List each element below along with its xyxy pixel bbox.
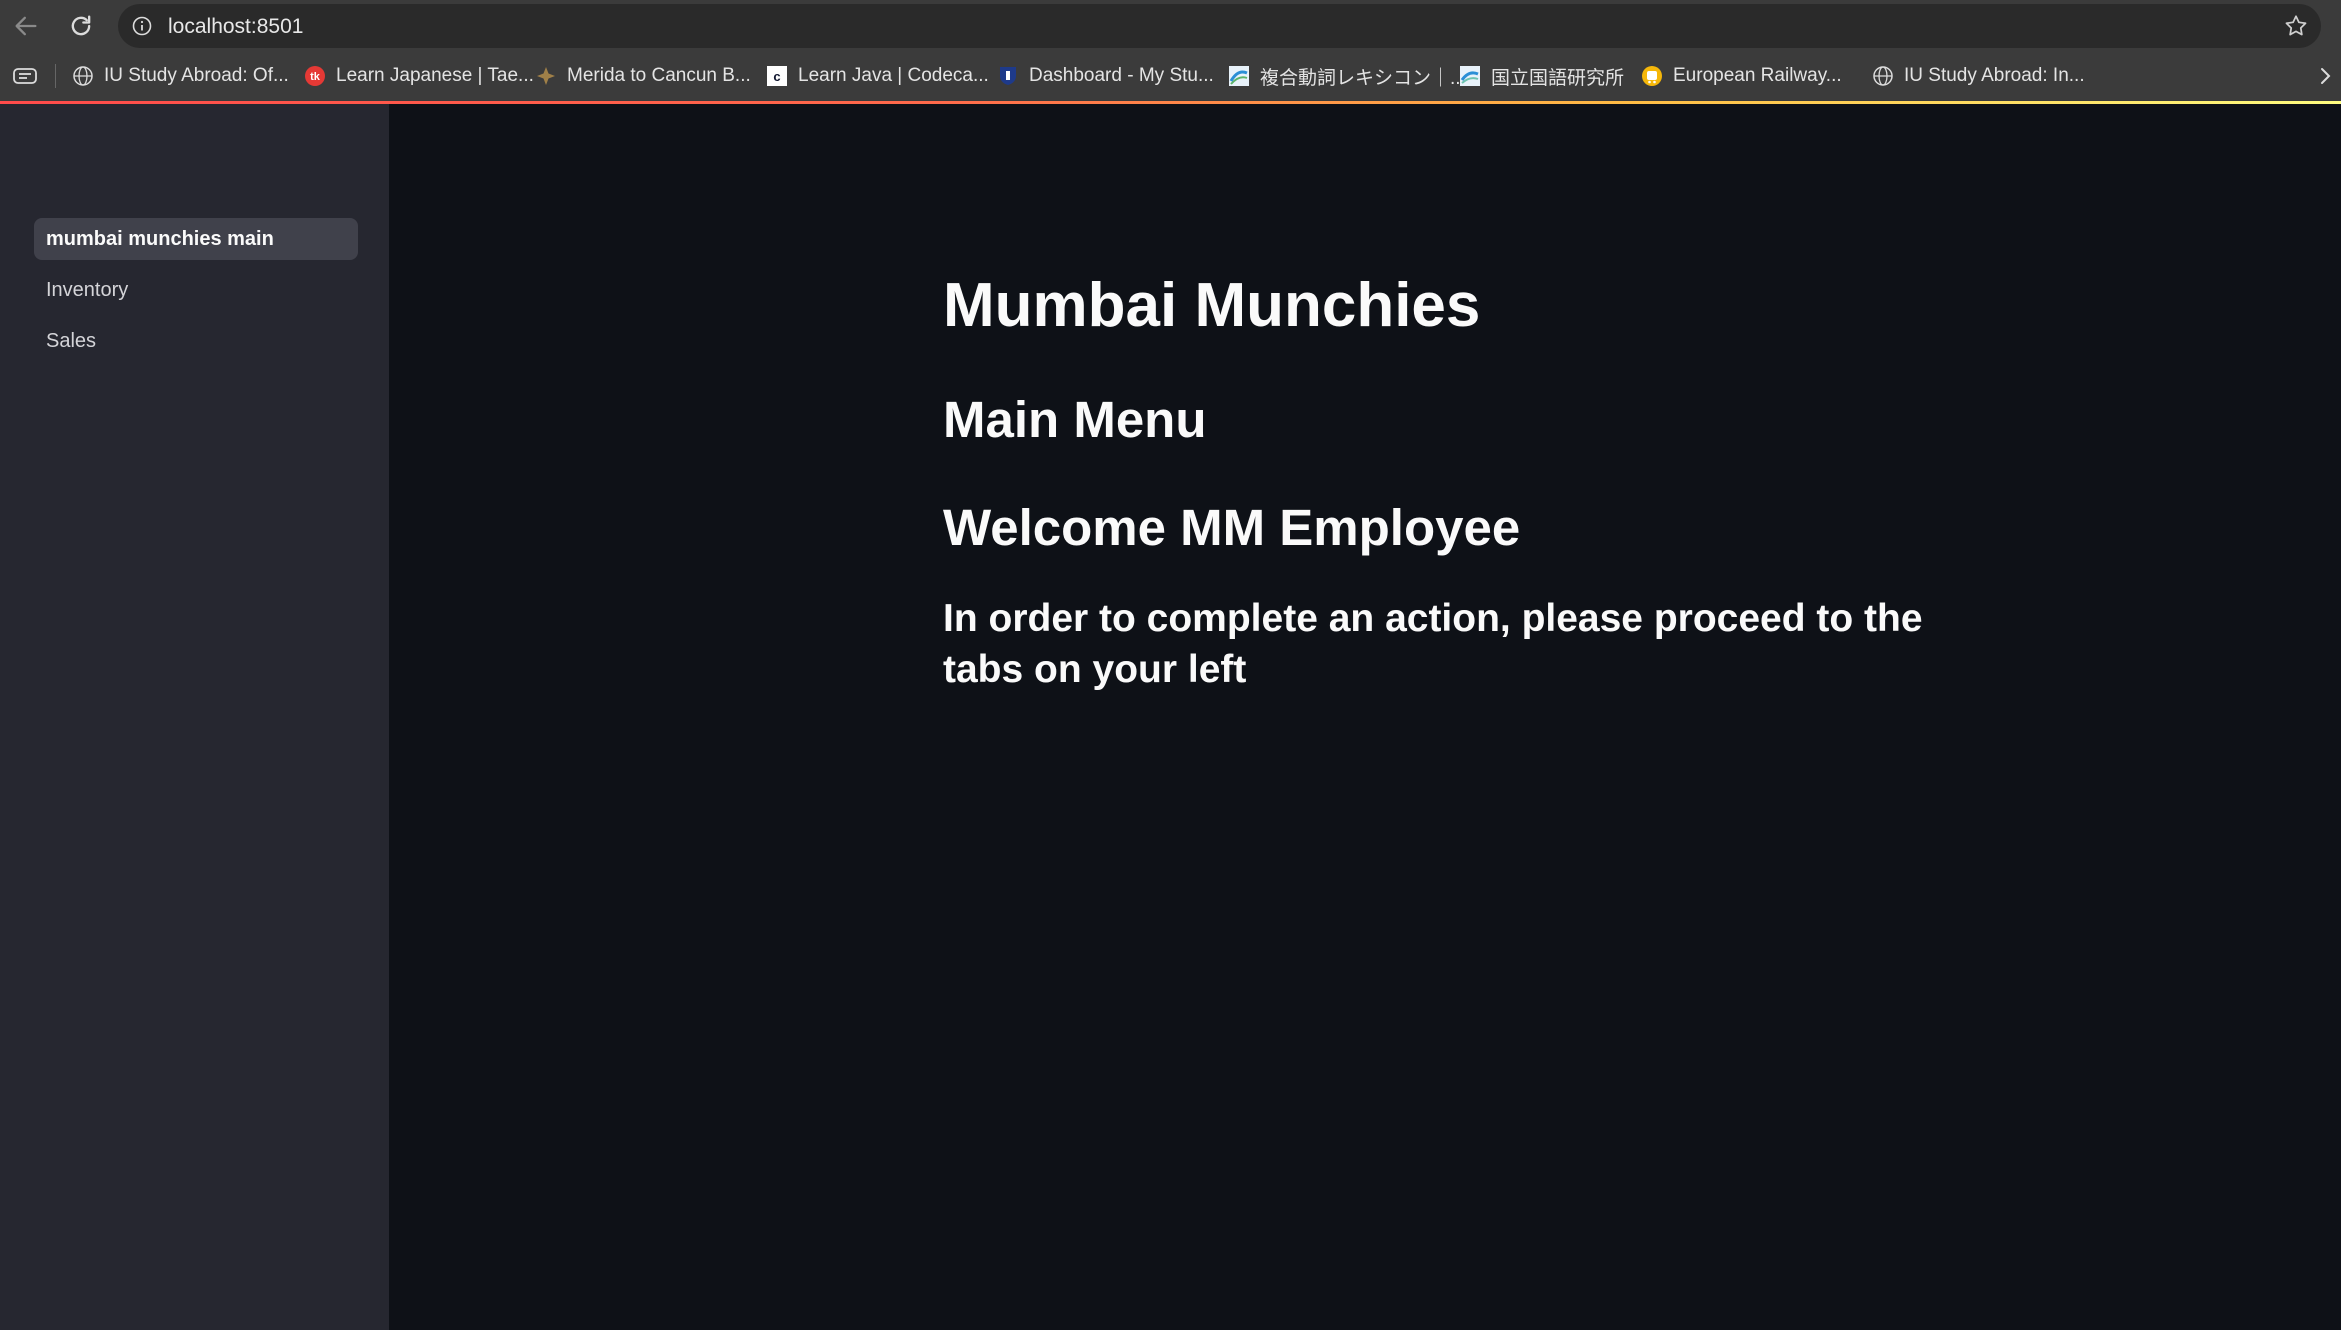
bookmark-label: IU Study Abroad: Of...	[104, 65, 289, 86]
bookmarks-bar: IU Study Abroad: Of... tk Learn Japanese…	[0, 58, 2341, 94]
globe-icon	[72, 65, 94, 87]
bookmark-label: Learn Java | Codeca...	[798, 65, 989, 86]
railway-icon	[1641, 65, 1663, 87]
bookmarks-divider	[55, 64, 56, 88]
sidebar: mumbai munchies main Inventory Sales	[0, 104, 389, 1330]
ninjal-icon	[1459, 65, 1481, 87]
bookmark-label: 複合動詞レキシコン｜...	[1260, 67, 1466, 89]
lexicon-icon	[1228, 65, 1250, 87]
bookmark-label: Merida to Cancun B...	[567, 65, 751, 86]
shield-icon	[997, 65, 1019, 87]
welcome-heading: Welcome MM Employee	[943, 499, 1521, 557]
bookmark-item[interactable]: IU Study Abroad: Of...	[72, 62, 289, 90]
address-bar[interactable]: localhost:8501	[118, 4, 2321, 48]
browser-chrome: localhost:8501 IU Study Abroad: Of... tk…	[0, 0, 2341, 103]
bookmark-item[interactable]: c Learn Java | Codeca...	[766, 62, 989, 90]
globe-icon	[1872, 65, 1894, 87]
browser-toolbar: localhost:8501	[0, 0, 2341, 52]
info-icon[interactable]	[132, 16, 152, 36]
content-block: Mumbai Munchies Main Menu Welcome MM Emp…	[943, 271, 2003, 696]
bookmark-item[interactable]: Dashboard - My Stu...	[997, 62, 1214, 90]
reload-button[interactable]	[63, 8, 99, 44]
svg-text:tk: tk	[310, 71, 321, 83]
sidebar-item-main[interactable]: mumbai munchies main	[34, 218, 358, 260]
bookmark-item[interactable]: 国立国語研究所	[1459, 62, 1624, 90]
compass-icon	[535, 65, 557, 87]
sidebar-nav: mumbai munchies main Inventory Sales	[34, 218, 358, 371]
bookmark-item[interactable]: 複合動詞レキシコン｜...	[1228, 62, 1466, 90]
main-content: Mumbai Munchies Main Menu Welcome MM Emp…	[389, 104, 2341, 1330]
bookmark-label: 国立国語研究所	[1491, 67, 1625, 89]
codecademy-icon: c	[766, 65, 788, 87]
bookmark-label: European Railway...	[1673, 65, 1842, 86]
sidebar-item-sales[interactable]: Sales	[34, 320, 358, 362]
bookmark-label: Learn Japanese | Tae...	[336, 65, 534, 86]
reading-list-icon[interactable]	[12, 65, 38, 87]
bookmark-item[interactable]: European Railway...	[1641, 62, 1842, 90]
back-button[interactable]	[8, 8, 44, 44]
bookmark-label: Dashboard - My Stu...	[1029, 65, 1214, 86]
bookmark-item[interactable]: tk Learn Japanese | Tae...	[304, 62, 534, 90]
page-subtitle: Main Menu	[943, 391, 1207, 449]
reload-icon	[71, 15, 91, 36]
bookmark-label: IU Study Abroad: In...	[1904, 65, 2085, 86]
sidebar-item-inventory[interactable]: Inventory	[34, 269, 358, 311]
arrow-left-icon	[15, 16, 37, 36]
bookmark-item[interactable]: Merida to Cancun B...	[535, 62, 751, 90]
svg-text:c: c	[773, 69, 780, 84]
chevron-right-icon[interactable]	[2315, 66, 2335, 86]
bookmark-item[interactable]: IU Study Abroad: In...	[1872, 62, 2085, 90]
url-text[interactable]: localhost:8501	[168, 15, 303, 39]
tk-logo-icon: tk	[304, 65, 326, 87]
page-title: Mumbai Munchies	[943, 271, 1481, 340]
instruction-text: In order to complete an action, please p…	[943, 597, 1923, 692]
star-icon[interactable]	[2283, 13, 2309, 39]
